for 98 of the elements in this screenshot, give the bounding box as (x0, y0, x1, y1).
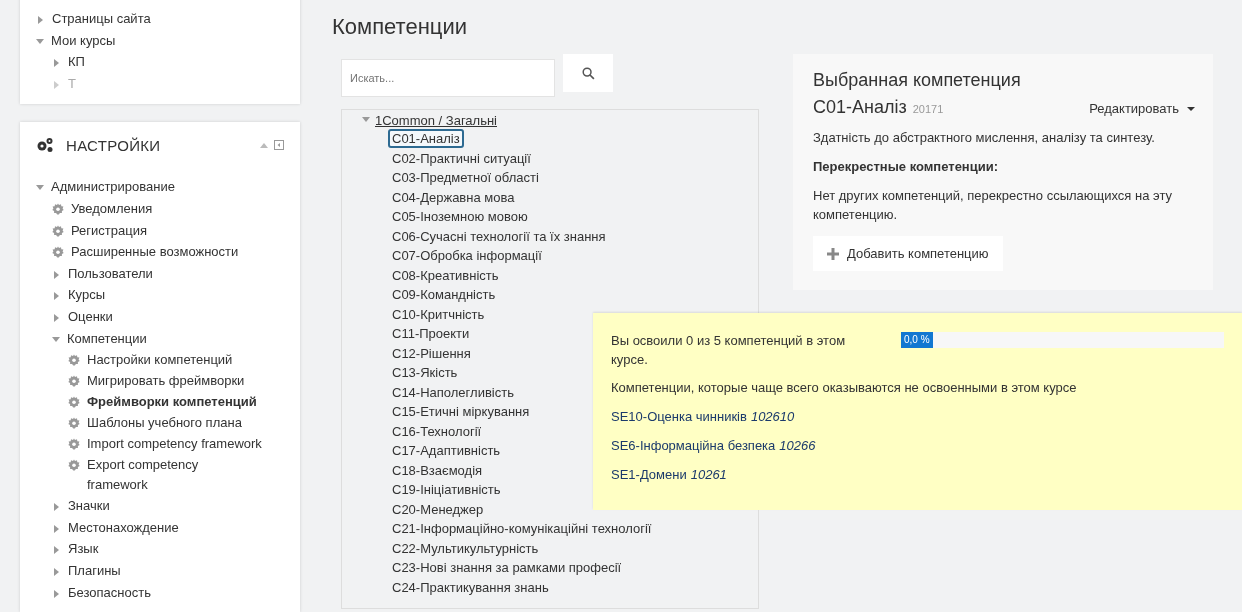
competency-node[interactable]: C22-Мультикультурність (388, 538, 543, 558)
expand-caret-icon[interactable] (54, 270, 59, 279)
competency-node[interactable]: C15-Етичні міркування (388, 402, 534, 421)
progress-label: 0,0 % (901, 332, 933, 348)
detail-heading: Выбранная компетенция (813, 70, 1022, 91)
search-field[interactable]: Искать... (341, 59, 555, 97)
competency-node[interactable]: C21-Інформаційно-комунікаційні технології (388, 519, 656, 538)
expand-caret-icon[interactable] (54, 80, 59, 89)
expand-caret-icon[interactable] (54, 292, 59, 301)
settings-item[interactable]: Пользователи (68, 262, 153, 285)
competency-node[interactable]: C01-Аналіз (388, 129, 464, 148)
settings-item[interactable]: Курсы (68, 284, 105, 306)
gear-icon (52, 246, 64, 259)
settings-item[interactable]: Расширенные возможности (71, 241, 239, 263)
competency-node[interactable]: C18-Взаємодія (388, 460, 487, 480)
settings-item[interactable]: Export competency framework (87, 454, 262, 496)
competency-node[interactable]: C05-Іноземною мовою (388, 207, 532, 226)
competency-node[interactable]: C02-Практичні ситуації (388, 148, 535, 168)
gear-icon (52, 202, 64, 215)
competency-node[interactable]: C14-Наполегливість (388, 382, 518, 402)
block-title: НАСТРОЙКИ (66, 136, 161, 154)
settings-item[interactable]: Компетенции (67, 327, 147, 350)
competency-node[interactable]: C03-Предметної області (388, 168, 543, 187)
caret-icon (1187, 106, 1195, 111)
dock-icon[interactable] (274, 140, 284, 151)
plus-icon (827, 247, 839, 260)
competency-node[interactable]: C04-Державна мова (388, 187, 519, 207)
nav-item[interactable]: Мои курсы (51, 29, 116, 52)
settings-item[interactable]: Администрирование (51, 176, 175, 198)
competency-node[interactable]: C08-Креативність (388, 265, 503, 285)
expand-caret-icon[interactable] (54, 546, 59, 555)
competency-link[interactable]: SE1-Домени (611, 467, 687, 482)
settings-item[interactable]: Мигрировать фреймворки (87, 370, 245, 392)
cross-competency-text: Нет других компетенций, перекрестно ссылающихся на эту компетенцию. (813, 187, 1173, 224)
settings-item[interactable]: Уведомления (71, 197, 153, 220)
expand-caret-icon[interactable] (362, 117, 370, 122)
competency-node[interactable]: C10-Критчність (388, 304, 489, 324)
competency-node[interactable]: C09-Командність (388, 285, 500, 304)
expand-caret-icon[interactable] (38, 16, 43, 24)
competency-id: 20171 (912, 103, 944, 115)
settings-item[interactable]: Плагины (68, 559, 121, 582)
settings-item[interactable]: Шаблоны учебного плана (87, 412, 242, 434)
competency-node[interactable]: C20-Менеджер (388, 499, 488, 519)
competency-code: 10266 (779, 438, 816, 453)
gear-icon (68, 354, 80, 367)
framework-node[interactable]: 1Common / Загальні (375, 112, 497, 129)
competency-node[interactable]: C24-Практикування знань (388, 577, 553, 597)
settings-item[interactable]: Оценки (68, 305, 113, 328)
competency-node[interactable]: C12-Рішення (388, 343, 475, 363)
competency-node[interactable]: C19-Ініціативність (388, 480, 505, 499)
competency-code: 102610 (750, 409, 795, 424)
nav-item[interactable]: Страницы сайта (52, 8, 151, 30)
competency-code: 10261 (690, 467, 727, 482)
expand-caret-icon[interactable] (54, 589, 59, 598)
settings-item[interactable]: Местонахождение (68, 516, 179, 539)
competency-link[interactable]: SE6-Інформаційна безпека (611, 438, 776, 453)
expand-caret-icon[interactable] (52, 336, 60, 342)
expand-caret-icon[interactable] (54, 524, 59, 533)
competency-node[interactable]: C07-Обробка інформації (388, 246, 546, 265)
expand-caret-icon[interactable] (54, 313, 59, 322)
gear-icon (52, 224, 64, 237)
settings-item[interactable]: Фреймворки компетенций (87, 391, 257, 413)
frequent-heading: Компетенции, которые чаще всего оказываются не освоенными в этом курсе (611, 379, 1078, 397)
expand-caret-icon[interactable] (54, 503, 59, 512)
competency-link[interactable]: SE10-Оценка чинників (611, 409, 747, 424)
competency-description: Здатність до абстрактного мислення, аналізу та синтезу. (813, 129, 1156, 147)
search-icon (581, 66, 595, 80)
gear-icon (68, 375, 80, 388)
expand-caret-icon[interactable] (36, 38, 44, 44)
gear-icon (68, 417, 80, 430)
settings-item[interactable]: Import competency framework (87, 433, 262, 455)
competency-name: C01-Аналіз (813, 97, 907, 118)
competency-node[interactable]: C11-Проекти (388, 324, 474, 343)
page-title: Компетенции (332, 14, 468, 40)
progress-text: Вы освоили 0 из 5 компетенций в этом курсе. (611, 332, 847, 369)
expand-caret-icon[interactable] (54, 59, 59, 68)
add-competency-button[interactable]: Добавить компетенцию (813, 236, 1003, 271)
gear-icon (68, 459, 80, 472)
competency-node[interactable]: C23-Нові знання за рамками професії (388, 558, 626, 577)
expand-caret-icon[interactable] (54, 567, 59, 576)
competency-node[interactable]: C13-Якість (388, 363, 462, 382)
settings-item[interactable]: Безопасность (68, 581, 151, 604)
competency-node[interactable]: C06-Сучасні технології та їх знання (388, 226, 610, 246)
competency-node[interactable]: C17-Адаптивність (388, 441, 505, 460)
settings-item[interactable]: Регистрация (71, 219, 147, 242)
expand-caret-icon[interactable] (36, 185, 44, 191)
search-button[interactable] (563, 54, 613, 92)
competency-node[interactable]: C16-Технології (388, 421, 486, 441)
collapse-caret-icon[interactable] (260, 142, 268, 148)
settings-item[interactable]: Язык (68, 538, 99, 560)
edit-menu[interactable]: Редактировать (1087, 101, 1197, 116)
section-heading: Перекрестные компетенции: (813, 158, 1000, 176)
settings-item[interactable]: Значки (68, 495, 110, 517)
gear-icon (68, 396, 80, 409)
settings-item[interactable]: Настройки компетенций (87, 349, 233, 371)
gear-icon (68, 438, 80, 451)
nav-item[interactable]: КП (68, 51, 85, 73)
gears-icon (36, 137, 54, 154)
